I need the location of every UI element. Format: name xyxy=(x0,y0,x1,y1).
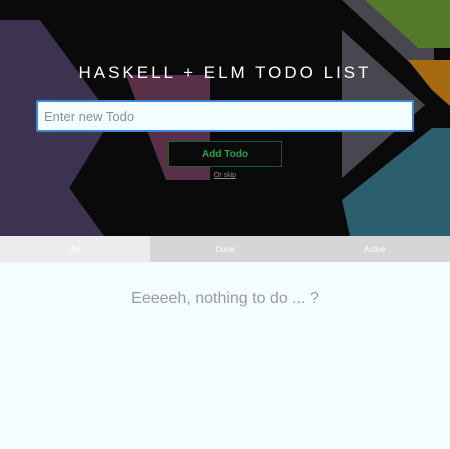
todo-list-area: Eeeeeh, nothing to do ... ? xyxy=(0,262,450,449)
tab-done[interactable]: Done xyxy=(150,236,300,262)
tab-all[interactable]: All xyxy=(0,236,150,262)
new-todo-input[interactable] xyxy=(36,100,414,132)
empty-state-message: Eeeeeh, nothing to do ... ? xyxy=(131,290,319,307)
add-todo-button[interactable]: Add Todo xyxy=(168,141,282,167)
page-title: HASKELL + ELM TODO LIST xyxy=(78,63,372,82)
hero-banner: HASKELL + ELM TODO LIST Add Todo Or skip xyxy=(0,0,450,236)
filter-tabs: All Done Active xyxy=(0,236,450,262)
tab-active[interactable]: Active xyxy=(300,236,450,262)
skip-link[interactable]: Or skip xyxy=(0,172,450,179)
